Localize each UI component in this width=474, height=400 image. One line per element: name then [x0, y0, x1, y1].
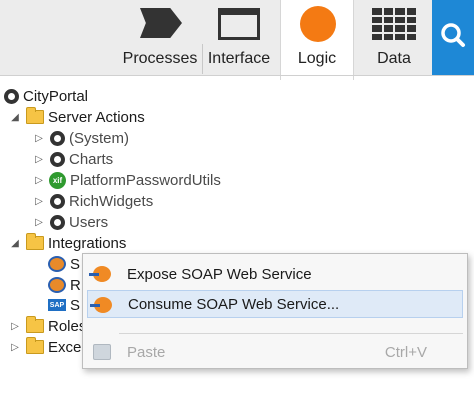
tree-item-platformpasswordutils[interactable]: ▷ xif PlatformPasswordUtils [34, 170, 221, 190]
search-button[interactable] [432, 0, 474, 76]
tree-item-system[interactable]: ▷ (System) [34, 128, 129, 148]
folder-icon [26, 337, 44, 354]
folder-icon [26, 233, 44, 250]
tree-item-label: R [70, 276, 81, 294]
tab-data[interactable]: Data [356, 0, 432, 76]
tree-item-users[interactable]: ▷ Users [34, 212, 108, 232]
menu-item-label: Consume SOAP Web Service... [128, 295, 340, 313]
tree-item-rest-integration[interactable]: R [48, 275, 81, 295]
module-icon [50, 130, 65, 146]
expand-arrow-icon[interactable]: ▷ [34, 196, 44, 207]
tree-item-label: S [70, 255, 81, 273]
table-grid-icon [372, 8, 416, 40]
tree-item-label: S [70, 296, 81, 314]
tree-item-sap-integration[interactable]: SAP S [48, 295, 80, 315]
orange-circle-icon [300, 6, 336, 42]
tree-item-label: Charts [69, 150, 114, 168]
soap-service-icon [48, 256, 66, 272]
tab-logic[interactable]: Logic [280, 0, 354, 80]
tab-bar-divider [0, 75, 474, 76]
menu-item-consume-soap[interactable]: Consume SOAP Web Service... [87, 290, 463, 318]
rest-service-icon [48, 277, 66, 293]
process-arrow-icon [140, 8, 182, 38]
tree-item-label: Server Actions [48, 108, 145, 126]
tree-item-label: PlatformPasswordUtils [70, 171, 221, 189]
expand-arrow-icon[interactable]: ▷ [34, 217, 44, 228]
tree-item-soap-integration[interactable]: S [48, 254, 80, 274]
folder-icon [26, 107, 44, 124]
tree-item-label: Roles [48, 317, 87, 335]
window-icon [218, 8, 260, 40]
expand-arrow-icon[interactable]: ▷ [34, 133, 44, 144]
tab-processes[interactable]: Processes [118, 0, 202, 76]
tab-processes-label: Processes [122, 50, 198, 67]
menu-item-label: Expose SOAP Web Service [127, 265, 312, 283]
collapse-arrow-icon[interactable]: ◢ [10, 112, 20, 123]
search-icon [441, 23, 465, 47]
expose-soap-icon [89, 266, 111, 282]
paste-icon [93, 344, 111, 360]
collapse-arrow-icon[interactable]: ◢ [10, 238, 20, 249]
tree-item-server-actions[interactable]: ◢ Server Actions [10, 107, 145, 127]
module-icon [4, 88, 19, 104]
module-icon [50, 151, 65, 167]
xif-extension-icon: xif [49, 171, 66, 189]
menu-separator [119, 333, 463, 334]
folder-icon [26, 316, 44, 333]
tree-item-richwidgets[interactable]: ▷ RichWidgets [34, 191, 153, 211]
module-icon [50, 214, 65, 230]
context-menu: Expose SOAP Web Service Consume SOAP Web… [82, 253, 468, 369]
expand-arrow-icon[interactable]: ▷ [10, 321, 20, 332]
consume-soap-icon [90, 297, 112, 313]
tree-item-label: Integrations [48, 234, 127, 252]
module-tab-bar: Processes Interface Logic Data [0, 0, 474, 80]
tree-item-label: RichWidgets [69, 192, 154, 210]
module-icon [50, 193, 65, 209]
tab-logic-label: Logic [297, 50, 337, 67]
sap-icon: SAP [48, 299, 66, 311]
tree-item-exceptions[interactable]: ▷ Exce [10, 337, 81, 357]
tab-data-label: Data [377, 50, 411, 67]
menu-item-shortcut: Ctrl+V [384, 343, 427, 361]
tree-item-integrations[interactable]: ◢ Integrations [10, 233, 126, 253]
tree-item-roles[interactable]: ▷ Roles [10, 316, 86, 336]
tree-item-label: (System) [69, 129, 129, 147]
tab-interface-label: Interface [207, 50, 271, 67]
menu-item-paste[interactable]: Paste Ctrl+V [87, 338, 463, 366]
expand-arrow-icon[interactable]: ▷ [34, 154, 44, 165]
expand-arrow-icon[interactable]: ▷ [10, 342, 20, 353]
tree-item-label: Exce [48, 338, 82, 356]
expand-arrow-icon[interactable]: ▷ [34, 175, 44, 186]
menu-item-expose-soap[interactable]: Expose SOAP Web Service [87, 260, 463, 288]
tree-item-label: CityPortal [23, 87, 89, 105]
tree-item-charts[interactable]: ▷ Charts [34, 149, 113, 169]
tree-item-label: Users [69, 213, 109, 231]
tab-interface[interactable]: Interface [202, 0, 276, 76]
tree-item-root[interactable]: CityPortal [4, 86, 88, 106]
menu-item-label: Paste [127, 343, 166, 361]
